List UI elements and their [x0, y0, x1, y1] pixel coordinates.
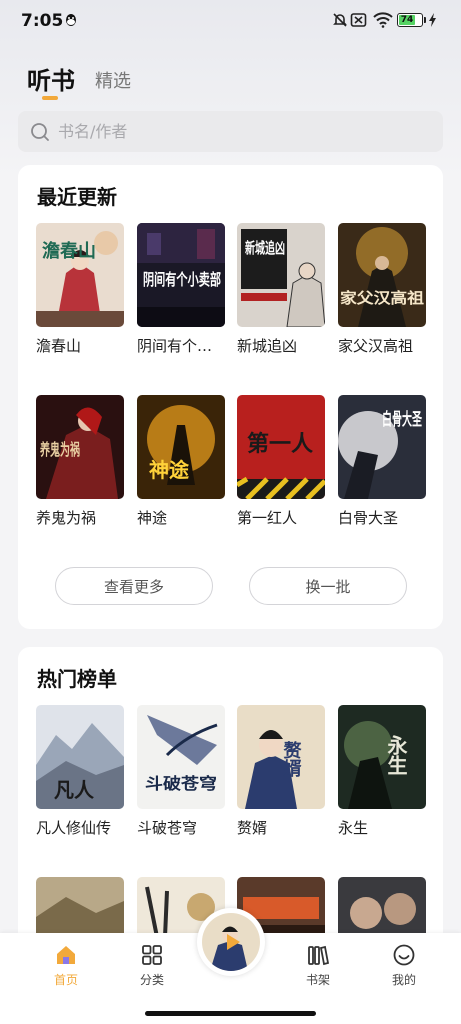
book-cover-text: 家父汉高祖: [340, 289, 424, 307]
mute-bell-icon: [333, 13, 347, 27]
nav-label-profile: 我的: [391, 973, 416, 987]
book-title[interactable]: 阴间有个小卖部: [137, 335, 225, 356]
book-item[interactable]: 澹春山 澹春山: [36, 223, 124, 356]
book-cover-text: 神途: [149, 458, 190, 482]
battery-level: 74: [399, 15, 415, 25]
book-cover[interactable]: 白骨大圣: [338, 395, 426, 499]
book-cover[interactable]: 养鬼为祸: [36, 395, 124, 499]
book-title[interactable]: 澹春山: [36, 335, 124, 356]
see-more-button[interactable]: 查看更多: [55, 567, 213, 605]
book-cover[interactable]: 第一人: [237, 395, 325, 499]
book-cover[interactable]: 赘婿: [237, 705, 325, 809]
active-tab-indicator: [42, 96, 58, 100]
book-cover-text: 澹春山: [42, 240, 96, 262]
section-title-hot: 热门榜单: [37, 667, 117, 691]
home-icon: [57, 946, 75, 964]
nav-category[interactable]: 分类: [122, 943, 182, 988]
book-item[interactable]: 永生 永生: [338, 705, 426, 838]
book-cover-text: 第一人: [247, 431, 313, 457]
book-cover[interactable]: 永生: [338, 705, 426, 809]
book-item[interactable]: 新城追凶 新城追凶: [237, 223, 325, 356]
book-title[interactable]: 家父汉高祖: [338, 335, 426, 356]
book-cover-text: 养鬼为祸: [39, 440, 80, 459]
no-sim-icon: [350, 13, 367, 27]
book-cover-text: 赘婿: [281, 740, 303, 778]
tab-featured[interactable]: 精选: [95, 67, 131, 93]
section-title-recent: 最近更新: [37, 185, 117, 209]
book-cover-text: 阴间有个小卖部: [143, 270, 221, 289]
book-cover-text: 永生: [384, 734, 408, 775]
book-title[interactable]: 赘婿: [237, 817, 325, 838]
book-cover[interactable]: 神途: [137, 395, 225, 499]
book-cover[interactable]: 斗破苍穹: [137, 705, 225, 809]
hot-charts-card: 热门榜单 凡人 凡人修仙传 斗破苍穹 斗破苍穹 赘婿 赘婿 永生 永生: [18, 647, 443, 947]
book-cover[interactable]: 阴间有个小卖部: [137, 223, 225, 327]
now-playing-button[interactable]: [197, 908, 265, 976]
book-title[interactable]: 新城追凶: [237, 335, 325, 356]
recent-updates-card: 最近更新 澹春山 澹春山 阴间有个小卖部 阴间有个小 新城追凶 新城追凶 家父汉…: [18, 165, 443, 629]
tab-listen[interactable]: 听书: [27, 61, 75, 96]
wifi-icon: [373, 12, 393, 28]
book-title[interactable]: 第一红人: [237, 507, 325, 528]
book-cover-text: 凡人: [54, 778, 95, 802]
nav-label-category: 分类: [139, 973, 164, 987]
book-item[interactable]: 斗破苍穹 斗破苍穹: [137, 705, 225, 838]
play-icon: [227, 934, 240, 950]
nav-bookshelf[interactable]: 书架: [288, 943, 348, 988]
book-cover[interactable]: 新城追凶: [237, 223, 325, 327]
qq-icon: [66, 14, 76, 26]
battery-cap: [424, 17, 426, 23]
book-cover[interactable]: 家父汉高祖: [338, 223, 426, 327]
now-playing-cover: [202, 913, 260, 971]
book-title[interactable]: 永生: [338, 817, 426, 838]
book-item[interactable]: 阴间有个小卖部 阴间有个小卖部: [137, 223, 225, 356]
search-bar[interactable]: [18, 111, 443, 152]
battery-icon: 74: [397, 13, 423, 27]
search-icon: [31, 123, 49, 141]
refresh-batch-button[interactable]: 换一批: [249, 567, 407, 605]
charging-icon: [429, 13, 436, 27]
book-title[interactable]: 斗破苍穹: [137, 817, 225, 838]
book-cover-text: 斗破苍穹: [145, 774, 217, 793]
nav-profile[interactable]: 我的: [374, 943, 434, 988]
home-indicator: [145, 1011, 316, 1016]
book-item[interactable]: 神途 神途: [137, 395, 225, 528]
category-icon: [142, 945, 162, 965]
nav-label-bookshelf: 书架: [305, 973, 330, 987]
book-title[interactable]: 养鬼为祸: [36, 507, 124, 528]
book-item[interactable]: 凡人 凡人修仙传: [36, 705, 124, 838]
book-item[interactable]: 养鬼为祸 养鬼为祸: [36, 395, 124, 528]
book-item[interactable]: 第一人 第一红人: [237, 395, 325, 528]
nav-home[interactable]: 首页: [36, 943, 96, 988]
book-title[interactable]: 神途: [137, 507, 225, 528]
search-input[interactable]: [58, 111, 428, 152]
book-item[interactable]: 家父汉高祖 家父汉高祖: [338, 223, 426, 356]
book-title[interactable]: 凡人修仙传: [36, 817, 124, 838]
book-cover-text: 新城追凶: [245, 239, 285, 257]
book-cover[interactable]: 凡人: [36, 705, 124, 809]
book-cover-text: 白骨大圣: [382, 409, 423, 430]
status-bar: 7:05 74: [0, 0, 461, 40]
nav-label-home: 首页: [53, 973, 78, 987]
book-item[interactable]: 白骨大圣 白骨大圣: [338, 395, 426, 528]
profile-icon: [393, 944, 415, 966]
book-item[interactable]: 赘婿 赘婿: [237, 705, 325, 838]
status-time: 7:05: [21, 11, 64, 31]
book-cover[interactable]: 澹春山: [36, 223, 124, 327]
bookshelf-icon: [308, 945, 330, 966]
book-title[interactable]: 白骨大圣: [338, 507, 426, 528]
